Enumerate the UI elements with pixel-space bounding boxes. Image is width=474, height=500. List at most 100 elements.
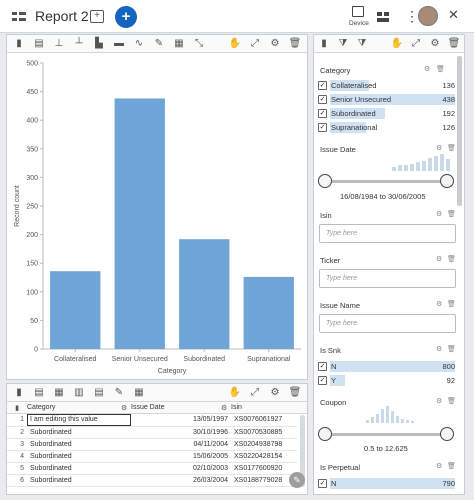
x-axis-icon[interactable]: ⊥ xyxy=(53,38,65,50)
expand-icon[interactable]: ⤢ xyxy=(410,38,422,50)
isin-cell[interactable]: XS0204938798 xyxy=(231,438,297,451)
avatar[interactable] xyxy=(418,6,438,26)
bar[interactable] xyxy=(50,271,101,349)
checkbox-checked-icon[interactable]: ✓ xyxy=(318,479,327,488)
coupon-slider-track[interactable] xyxy=(324,433,446,436)
settings-icon[interactable]: ⚙ xyxy=(269,387,281,399)
report-title[interactable]: Report 2 xyxy=(35,8,89,24)
checkbox-checked-icon[interactable]: ✓ xyxy=(318,362,327,371)
filter-delete-icon[interactable]: 🗑 xyxy=(447,144,456,152)
isin-cell[interactable]: XS0070530885 xyxy=(231,426,297,439)
checkbox-checked-icon[interactable]: ✓ xyxy=(318,376,327,385)
isin-cell[interactable]: XS0188779028 xyxy=(231,474,297,487)
database-icon[interactable]: ▤ xyxy=(33,387,45,399)
category-cell[interactable]: Subordinated xyxy=(27,462,131,475)
filter-options-icon[interactable]: ⚙ xyxy=(436,345,442,353)
isin-input[interactable]: Type here xyxy=(319,224,456,243)
filter-delete-icon[interactable]: 🗑 xyxy=(447,462,456,470)
column-header-issue-date[interactable]: Issue Date xyxy=(131,404,221,411)
bar[interactable] xyxy=(243,276,294,349)
expand-icon[interactable]: ⤢ xyxy=(249,38,261,50)
settings-icon[interactable]: ⚙ xyxy=(269,38,281,50)
bar-chart-icon[interactable]: ▮ xyxy=(318,38,330,50)
filter-clear-icon[interactable]: ⧩ xyxy=(356,38,368,50)
filter-scrollbar[interactable] xyxy=(457,56,462,206)
filter-delete-icon[interactable]: 🗑 xyxy=(447,210,456,218)
checkbox-checked-icon[interactable]: ✓ xyxy=(318,95,327,104)
issue-date-slider-handle-max[interactable] xyxy=(440,174,454,188)
filter-option[interactable]: ✓ Subordinated 192 xyxy=(318,107,457,120)
filter-options-icon[interactable]: ⚙ xyxy=(436,255,442,263)
issue-date-slider-track[interactable] xyxy=(324,180,446,183)
bar-chart-icon[interactable]: ▮ xyxy=(13,387,25,399)
table-row[interactable]: 4 Subordinated 15/06/2005 XS0220428154 xyxy=(7,450,297,463)
filter-delete-icon[interactable]: 🗑 xyxy=(447,345,456,353)
column-settings-icon[interactable]: ⚙ xyxy=(121,404,131,412)
edit-fab-button[interactable]: ✎ xyxy=(289,472,305,488)
filter-option[interactable]: ✓ Y 92 xyxy=(318,374,457,387)
trash-icon[interactable]: 🗑 xyxy=(289,387,302,399)
add-page-icon[interactable]: + xyxy=(90,10,104,23)
ticker-input[interactable]: Type here xyxy=(319,269,456,288)
filter-option[interactable]: ✓ Collateralised 136 xyxy=(318,79,457,92)
columns-icon[interactable]: ▥ xyxy=(73,387,85,399)
column-header-isin[interactable]: Isin xyxy=(231,404,301,411)
filter-option[interactable]: ✓ Senior Unsecured 438 xyxy=(318,93,457,106)
table-row[interactable]: 6 Subordinated 26/03/2004 XS0188779028 xyxy=(7,474,297,487)
link-icon[interactable]: ⤡ xyxy=(193,38,205,50)
device-label[interactable]: Device xyxy=(349,20,369,27)
isin-cell[interactable]: XS0076061927 xyxy=(231,414,297,427)
table-alt-icon[interactable]: ▦ xyxy=(133,387,145,399)
filter-options-icon[interactable]: ⚙ xyxy=(436,462,442,470)
filter-delete-icon[interactable]: 🗑 xyxy=(447,397,456,405)
filter-option[interactable]: ✓ Supranational 126 xyxy=(318,121,457,134)
checkbox-checked-icon[interactable]: ✓ xyxy=(318,81,327,90)
filter-delete-icon[interactable]: 🗑 xyxy=(447,255,456,263)
database-icon[interactable]: ▤ xyxy=(33,38,45,50)
table-row[interactable]: 1I am editing this value 13/05/1997 XS0076… xyxy=(7,414,297,427)
column-settings-icon[interactable]: ⚙ xyxy=(221,404,231,412)
sort-icon[interactable]: ▙ xyxy=(93,38,105,50)
isin-cell[interactable]: XS0220428154 xyxy=(231,450,297,463)
filter-options-icon[interactable]: ⚙ xyxy=(436,397,442,405)
filter-options-icon[interactable]: ⚙ xyxy=(424,65,430,73)
coupon-slider-handle-max[interactable] xyxy=(440,427,454,441)
issue-date-cell[interactable]: 15/06/2005 xyxy=(131,450,231,463)
filter-grid-icon[interactable]: ▤ xyxy=(93,387,105,399)
filter-options-icon[interactable]: ⚙ xyxy=(436,144,442,152)
coupon-slider-handle-min[interactable] xyxy=(318,427,332,441)
settings-icon[interactable]: ⚙ xyxy=(429,38,441,50)
filter-options-icon[interactable]: ⚙ xyxy=(436,210,442,218)
category-cell[interactable]: Subordinated xyxy=(27,438,131,451)
bar-chart-icon[interactable]: ▮ xyxy=(13,38,25,50)
table-row[interactable]: 2 Subordinated 30/10/1996 XS0070530885 xyxy=(7,426,297,439)
issue-date-cell[interactable]: 04/11/2004 xyxy=(131,438,231,451)
filter-options-icon[interactable]: ⚙ xyxy=(436,300,442,308)
filter-delete-icon[interactable]: 🗑 xyxy=(436,65,445,73)
column-header-category[interactable]: Category xyxy=(27,404,121,411)
filter-option[interactable]: ✓ N 800 xyxy=(318,360,457,373)
trash-icon[interactable]: 🗑 xyxy=(448,38,461,50)
issue-name-input[interactable]: Type here xyxy=(319,314,456,333)
hand-icon[interactable]: ✋ xyxy=(391,38,403,50)
category-cell[interactable]: Subordinated xyxy=(27,450,131,463)
device-icon[interactable] xyxy=(352,6,364,17)
brush-icon[interactable]: ✎ xyxy=(113,387,125,399)
issue-date-slider-handle-min[interactable] xyxy=(318,174,332,188)
checkbox-checked-icon[interactable]: ✓ xyxy=(318,123,327,132)
bar[interactable] xyxy=(179,239,230,349)
color-icon[interactable]: ▬ xyxy=(113,38,125,50)
more-options-icon[interactable]: ⋮ xyxy=(405,8,419,25)
filter-option[interactable]: ✓ N 790 xyxy=(318,477,457,490)
filter-delete-icon[interactable]: 🗑 xyxy=(447,300,456,308)
category-cell[interactable]: Subordinated xyxy=(27,426,131,439)
issue-date-cell[interactable]: 26/03/2004 xyxy=(131,474,231,487)
table-icon[interactable]: ▦ xyxy=(53,387,65,399)
table-icon[interactable]: ▦ xyxy=(173,38,185,50)
hand-icon[interactable]: ✋ xyxy=(229,38,241,50)
issue-date-cell[interactable]: 02/10/2003 xyxy=(131,462,231,475)
trash-icon[interactable]: 🗑 xyxy=(289,38,302,50)
add-widget-button[interactable]: + xyxy=(115,6,137,28)
issue-date-cell[interactable]: 30/10/1996 xyxy=(131,426,231,439)
bar[interactable] xyxy=(114,98,165,349)
